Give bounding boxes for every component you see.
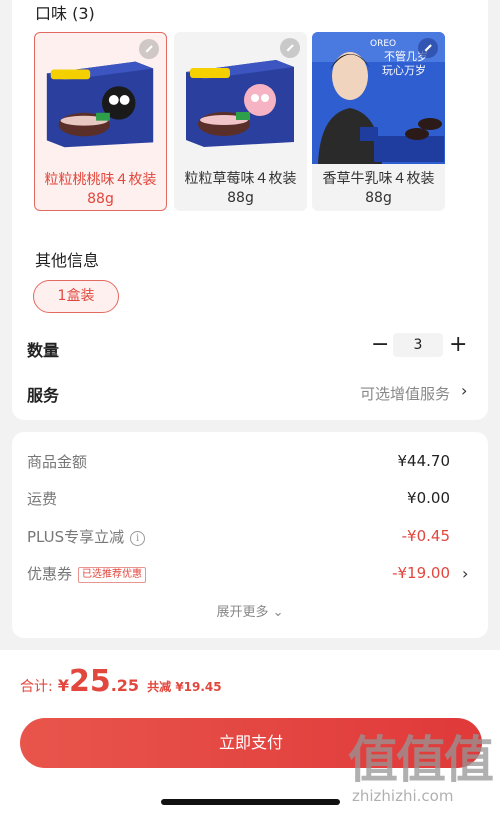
expand-more-link[interactable]: 展开更多 ⌄ (0, 601, 500, 620)
watermark-big: 值值值 (348, 730, 494, 789)
quantity-plus-button[interactable]: + (449, 331, 467, 359)
coupon-tag: 已选推荐优惠 (78, 567, 147, 583)
flavor-option-vanilla[interactable]: OREO 不管几岁 玩心万岁 香草牛乳味４枚装88g (312, 32, 445, 211)
expand-icon[interactable] (139, 39, 159, 59)
other-info-title: 其他信息 (35, 251, 100, 270)
flavor-label: 粒粒桃桃味４枚装88g (44, 172, 157, 207)
watermark-logo: 值值值 zhizhizhi.com (348, 733, 498, 815)
chevron-down-icon: ⌄ (272, 605, 284, 620)
package-option-pill[interactable]: 1盒装 (33, 280, 119, 313)
expand-more-text: 展开更多 (216, 605, 269, 620)
shipping-value: ¥0.00 (407, 489, 450, 507)
info-icon[interactable]: i (130, 531, 146, 546)
flavor-label: 粒粒草莓味４枚装88g (184, 171, 297, 206)
service-value[interactable]: 可选增值服务 (360, 383, 450, 404)
plus-discount-value: -¥0.45 (401, 527, 450, 545)
flavor-section-title: 口味 (3) (35, 4, 95, 23)
quantity-minus-button[interactable]: − (371, 331, 389, 359)
plus-discount-label: PLUS专享立减 (27, 528, 125, 546)
total-saved: 共减 ¥19.45 (147, 680, 222, 694)
total-amount: 合计: ¥25.25 共减 ¥19.45 (20, 664, 222, 704)
plus-discount-row: PLUS专享立减 i (27, 526, 146, 547)
flavor-options: 粒粒桃桃味４枚装88g 粒粒草莓味４枚装88g OREO 不管几岁 玩心万岁 香… (34, 32, 454, 212)
flavor-option-peach[interactable]: 粒粒桃桃味４枚装88g (34, 32, 167, 211)
shipping-label: 运费 (27, 490, 58, 508)
watermark-url: zhizhizhi.com (352, 787, 454, 805)
flavor-label: 香草牛乳味４枚装88g (322, 171, 435, 206)
total-integer: 25 (68, 664, 111, 699)
service-label: 服务 (27, 386, 60, 405)
coupon-label: 优惠券 (27, 565, 73, 583)
poster-text-2: 玩心万岁 (382, 63, 426, 77)
flavor-option-strawberry[interactable]: 粒粒草莓味４枚装88g (174, 32, 307, 211)
chevron-right-icon[interactable]: › (462, 564, 468, 583)
coupon-row[interactable]: 优惠券 已选推荐优惠 (27, 563, 147, 584)
poster-brand-text: OREO (370, 39, 396, 49)
total-decimal: .25 (110, 676, 140, 695)
expand-icon[interactable] (418, 38, 438, 58)
total-currency: ¥ (57, 676, 69, 695)
goods-amount-label: 商品金额 (27, 453, 88, 471)
coupon-value[interactable]: -¥19.00 (392, 564, 450, 582)
chevron-right-icon[interactable]: › (461, 381, 467, 400)
quantity-input[interactable]: 3 (393, 333, 443, 357)
goods-amount-value: ¥44.70 (397, 452, 451, 470)
expand-icon[interactable] (280, 38, 300, 58)
home-indicator (161, 799, 340, 805)
quantity-label: 数量 (27, 341, 60, 360)
total-label: 合计: (20, 679, 53, 695)
